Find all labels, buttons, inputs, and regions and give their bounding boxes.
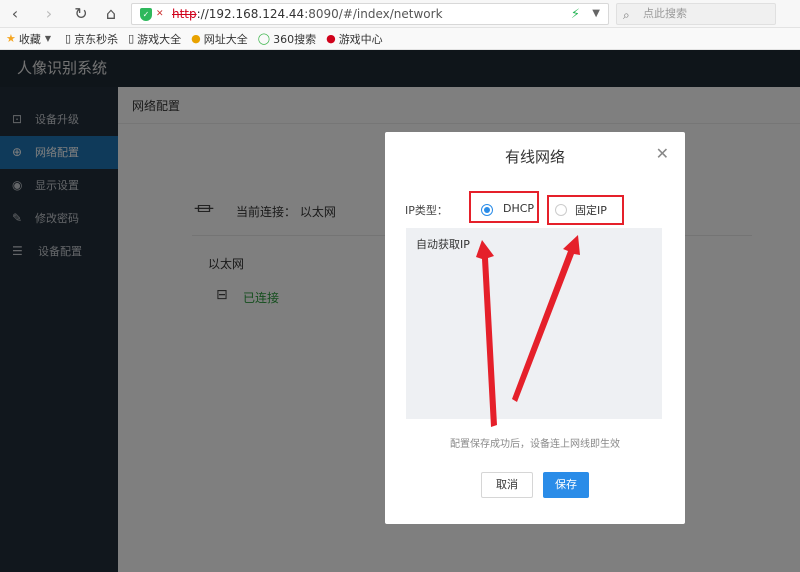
chevron-down-icon: ▼: [44, 34, 52, 43]
search-360-icon: ◯: [257, 32, 271, 45]
page-icon: ▯: [65, 32, 72, 45]
insecure-icon: ✕: [156, 9, 164, 19]
bookmark-favorites[interactable]: ★ 收藏 ▼: [6, 31, 55, 47]
cancel-button[interactable]: 取消: [481, 472, 533, 498]
save-button[interactable]: 保存: [543, 472, 589, 498]
bookmark-item[interactable]: ● 游戏中心: [326, 31, 383, 47]
address-bar[interactable]: ✓ ✕ http://192.168.124.44:8090/#/index/n…: [131, 3, 609, 25]
game-icon: ●: [326, 32, 336, 45]
reload-icon[interactable]: ↻: [70, 4, 92, 24]
chevron-down-icon[interactable]: ▼: [592, 4, 600, 24]
wired-network-dialog: 有线网络 ✕ IP类型： DHCP 固定IP 自动获取IP 配置保存成功后，设备…: [385, 132, 685, 524]
ip-type-label: IP类型：: [405, 204, 448, 217]
bookmark-item[interactable]: ● 网址大全: [191, 31, 248, 47]
star-icon: ★: [6, 32, 16, 45]
search-placeholder: 点此搜索: [643, 7, 687, 20]
browser-toolbar: ‹ › ↻ ⌂ ✓ ✕ http://192.168.124.44:8090/#…: [0, 0, 800, 28]
ip-settings-panel: 自动获取IP: [406, 228, 662, 419]
bookmark-item[interactable]: ▯ 游戏大全: [128, 31, 181, 47]
nav-globe-icon: ●: [191, 32, 201, 45]
search-icon: ⌕: [623, 8, 630, 22]
auto-ip-text: 自动获取IP: [416, 238, 470, 251]
save-hint-text: 配置保存成功后，设备连上网线即生效: [450, 439, 620, 450]
speed-mode-icon[interactable]: ⚡: [571, 5, 580, 25]
bookmark-item[interactable]: ▯ 京东秒杀: [65, 31, 118, 47]
url-text[interactable]: http://192.168.124.44:8090/#/index/netwo…: [172, 4, 443, 24]
forward-icon[interactable]: ›: [38, 4, 60, 24]
bookmarks-bar: ★ 收藏 ▼ ▯ 京东秒杀 ▯ 游戏大全 ● 网址大全 ◯ 360搜索 ● 游戏中心: [0, 28, 800, 50]
home-icon[interactable]: ⌂: [100, 4, 122, 24]
back-icon[interactable]: ‹: [4, 4, 26, 24]
browser-search-input[interactable]: ⌕ 点此搜索: [616, 3, 776, 25]
bookmark-item[interactable]: ◯ 360搜索: [258, 31, 316, 47]
annotation-highlight-static: [547, 195, 624, 225]
annotation-highlight-dhcp: [469, 191, 539, 223]
page-icon: ▯: [128, 32, 135, 45]
close-icon[interactable]: ✕: [656, 144, 669, 163]
dialog-title: 有线网络: [504, 148, 565, 166]
security-shield-icon[interactable]: ✓: [140, 8, 152, 21]
